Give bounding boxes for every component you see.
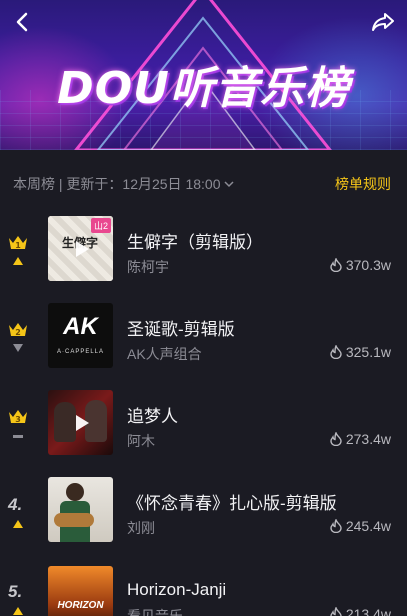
- heat-value: 273.4w: [345, 431, 391, 447]
- chart-banner: DOU听音乐榜: [0, 0, 407, 150]
- album-cover[interactable]: AK A·CAPPELLA: [48, 303, 113, 368]
- album-cover[interactable]: [48, 390, 113, 455]
- back-arrow-icon: [16, 12, 28, 32]
- heat-count: 370.3w: [330, 257, 391, 273]
- song-title: 圣诞歌-剪辑版: [127, 320, 235, 339]
- flame-icon: [330, 519, 342, 533]
- chevron-down-icon: [224, 181, 235, 188]
- heat-value: 325.1w: [345, 344, 391, 360]
- play-icon[interactable]: [70, 412, 92, 434]
- song-title: 生僻字（剪辑版）: [127, 233, 263, 252]
- rank-number: 3: [15, 415, 21, 424]
- back-button[interactable]: [6, 6, 38, 38]
- heat-count: 273.4w: [330, 431, 391, 447]
- rank-column: 1: [6, 200, 30, 287]
- play-icon[interactable]: [70, 238, 92, 260]
- update-info[interactable]: 本周榜 | 更新于：12月25日 18:00: [13, 174, 235, 194]
- chart-rules-link[interactable]: 榜单规则: [335, 174, 391, 194]
- flame-icon: [330, 607, 342, 616]
- trend-same-icon: [13, 435, 23, 438]
- trend-down-icon: [13, 344, 23, 352]
- cover-subtext: A·CAPPELLA: [56, 349, 105, 355]
- song-artist: 刘刚: [127, 520, 155, 536]
- cover-calligraphy: [96, 487, 108, 527]
- share-icon: [372, 13, 394, 31]
- share-button[interactable]: [367, 6, 399, 38]
- song-artist: 阿木: [127, 433, 155, 449]
- trend-up-icon: [13, 257, 23, 265]
- flame-icon: [330, 345, 342, 359]
- chart-title: DOU听音乐榜: [57, 63, 350, 114]
- bronze-crown-icon: 3: [9, 410, 27, 424]
- song-row-4[interactable]: 4. 《怀念青春》扎心版-剪辑版 刘刚 245.4w: [0, 461, 407, 548]
- heat-count: 213.4w: [330, 606, 391, 616]
- heat-value: 245.4w: [345, 518, 391, 534]
- rank-column: 3: [6, 374, 30, 461]
- flame-icon: [330, 258, 342, 272]
- heat-count: 245.4w: [330, 518, 391, 534]
- cover-text: AK: [63, 313, 98, 340]
- trend-up-icon: [13, 607, 23, 615]
- song-title: Horizon-Janji: [127, 580, 227, 599]
- song-row-3[interactable]: 3 追梦人 阿木 273.4w: [0, 374, 407, 461]
- cover-badge: 山2: [90, 218, 111, 233]
- rank-column: 5.: [6, 548, 30, 616]
- flame-icon: [330, 432, 342, 446]
- cover-text: HORIZON: [57, 600, 104, 611]
- song-title: 追梦人: [127, 407, 178, 426]
- rank-number: 4.: [8, 495, 23, 514]
- song-artist: 陈柯宇: [127, 259, 169, 275]
- song-row-5[interactable]: 5. HORIZON Horizon-Janji 看见音乐 213.4w: [0, 548, 407, 616]
- heat-count: 325.1w: [330, 344, 391, 360]
- album-cover[interactable]: [48, 477, 113, 542]
- album-cover[interactable]: 生僻字 山2: [48, 216, 113, 281]
- album-cover[interactable]: HORIZON: [48, 566, 113, 616]
- song-row-1[interactable]: 1 生僻字 山2 生僻字（剪辑版） 陈柯宇 370.3w: [0, 200, 407, 287]
- rank-number: 2: [15, 328, 21, 337]
- song-artist: 看见音乐: [127, 608, 183, 616]
- song-row-2[interactable]: 2 AK A·CAPPELLA 圣诞歌-剪辑版 AK人声组合 325.1w: [0, 287, 407, 374]
- heat-value: 213.4w: [345, 606, 391, 616]
- cover-figure-head: [66, 483, 84, 501]
- silver-crown-icon: 2: [9, 323, 27, 337]
- heat-value: 370.3w: [345, 257, 391, 273]
- rank-number: 5.: [8, 582, 23, 601]
- rank-column: 4.: [6, 461, 30, 548]
- trend-up-icon: [13, 520, 23, 528]
- rank-number: 1: [15, 241, 21, 250]
- song-title: 《怀念青春》扎心版-剪辑版: [127, 494, 337, 513]
- rank-column: 2: [6, 287, 30, 374]
- gold-crown-icon: 1: [9, 236, 27, 250]
- update-text: 本周榜 | 更新于：12月25日 18:00: [13, 176, 221, 192]
- cover-guitar: [54, 513, 94, 527]
- song-artist: AK人声组合: [127, 346, 202, 362]
